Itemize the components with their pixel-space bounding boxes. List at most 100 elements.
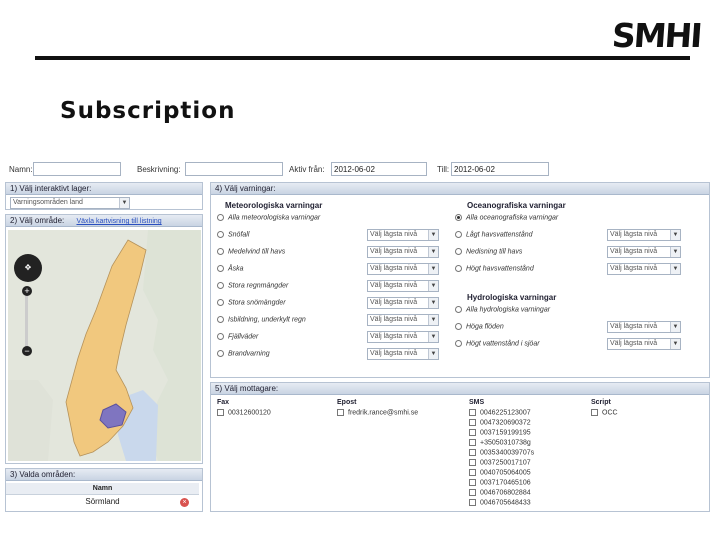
- checkbox-icon[interactable]: [469, 469, 476, 476]
- radio-icon[interactable]: [217, 299, 224, 306]
- checkbox-icon[interactable]: [469, 439, 476, 446]
- ocean-section-title: Oceanografiska varningar: [467, 201, 566, 210]
- zoom-slider-track[interactable]: [25, 292, 28, 350]
- zoom-in-icon[interactable]: +: [22, 286, 32, 296]
- sms-item[interactable]: 0046706802884: [469, 489, 531, 499]
- radio-icon[interactable]: [455, 248, 462, 255]
- layer-select[interactable]: Varningsområden land ▼: [10, 197, 130, 209]
- meteo-level-select[interactable]: Välj lägsta nivå ▼: [367, 263, 439, 275]
- radio-icon[interactable]: [217, 333, 224, 340]
- sms-item[interactable]: 0040705064005: [469, 469, 531, 479]
- active-from-input[interactable]: [331, 162, 427, 176]
- sms-item[interactable]: 0047320690372: [469, 419, 531, 429]
- checkbox-icon[interactable]: [469, 419, 476, 426]
- meteo-item[interactable]: Snöfall: [217, 231, 249, 243]
- sms-item[interactable]: +35050310738g: [469, 439, 531, 449]
- checkbox-icon[interactable]: [469, 479, 476, 486]
- name-input[interactable]: [33, 162, 121, 176]
- meteo-item-label: Stora regnmängder: [228, 282, 289, 290]
- meteo-level-select[interactable]: Välj lägsta nivå ▼: [367, 348, 439, 360]
- meteo-level-select[interactable]: Välj lägsta nivå ▼: [367, 314, 439, 326]
- radio-icon[interactable]: [217, 282, 224, 289]
- checkbox-icon[interactable]: [337, 409, 344, 416]
- checkbox-icon[interactable]: [469, 499, 476, 506]
- ocean-item[interactable]: Lågt havsvattenstånd: [455, 231, 533, 243]
- radio-icon[interactable]: [217, 316, 224, 323]
- chevron-down-icon: ▼: [428, 230, 438, 240]
- zoom-out-icon[interactable]: −: [22, 346, 32, 356]
- email-column-header: Epost: [337, 399, 357, 406]
- meteo-item[interactable]: Åska: [217, 265, 244, 277]
- sms-column-header: SMS: [469, 399, 485, 406]
- meteo-item[interactable]: Alla meteorologiska varningar: [217, 214, 320, 226]
- meteo-item-label: Fjällväder: [228, 333, 259, 341]
- ocean-level-select[interactable]: Välj lägsta nivå ▼: [607, 263, 681, 275]
- radio-icon[interactable]: [455, 323, 462, 330]
- radio-icon[interactable]: [217, 231, 224, 238]
- area-map[interactable]: ✥ + −: [8, 230, 201, 461]
- hydro-item[interactable]: Högt vattenstånd i sjöar: [455, 340, 540, 352]
- radio-icon[interactable]: [455, 214, 462, 221]
- toggle-list-view-link[interactable]: Växla kartvisning till listning: [76, 218, 161, 225]
- active-from-label: Aktiv från:: [289, 165, 325, 174]
- radio-icon[interactable]: [217, 350, 224, 357]
- checkbox-icon[interactable]: [591, 409, 598, 416]
- hydro-level-select[interactable]: Välj lägsta nivå ▼: [607, 338, 681, 350]
- meteo-level-select[interactable]: Välj lägsta nivå ▼: [367, 229, 439, 241]
- sms-item[interactable]: 0037170465106: [469, 479, 531, 489]
- meteo-item[interactable]: Medelvind till havs: [217, 248, 285, 260]
- radio-icon[interactable]: [217, 248, 224, 255]
- ocean-level-select[interactable]: Välj lägsta nivå ▼: [607, 246, 681, 258]
- level-select-value: Välj lägsta nivå: [370, 350, 418, 357]
- description-label: Beskrivning:: [137, 165, 181, 174]
- hydro-item[interactable]: Höga flöden: [455, 323, 504, 335]
- chevron-down-icon: ▼: [670, 322, 680, 332]
- level-select-value: Välj lägsta nivå: [610, 265, 658, 272]
- slide-title: Subscription: [60, 98, 236, 124]
- hydro-item[interactable]: Alla hydrologiska varningar: [455, 306, 550, 318]
- meteo-item-label: Snöfall: [228, 231, 250, 239]
- radio-icon[interactable]: [455, 265, 462, 272]
- remove-area-icon[interactable]: ×: [180, 498, 189, 507]
- pan-control-icon[interactable]: ✥: [14, 254, 42, 282]
- column-header-name: Namn: [6, 483, 199, 495]
- meteo-item[interactable]: Stora regnmängder: [217, 282, 288, 294]
- ocean-item[interactable]: Nedisning till havs: [455, 248, 522, 260]
- ocean-item[interactable]: Högt havsvattenstånd: [455, 265, 534, 277]
- checkbox-icon[interactable]: [469, 449, 476, 456]
- sms-item[interactable]: 0046225123007: [469, 409, 531, 419]
- level-select-value: Välj lägsta nivå: [370, 248, 418, 255]
- meteo-item[interactable]: Brandvarning: [217, 350, 270, 362]
- description-input[interactable]: [185, 162, 283, 176]
- meteo-level-select[interactable]: Välj lägsta nivå ▼: [367, 246, 439, 258]
- meteo-item[interactable]: Isbildning, underkylt regn: [217, 316, 306, 328]
- checkbox-icon[interactable]: [469, 429, 476, 436]
- radio-icon[interactable]: [217, 214, 224, 221]
- meteo-item[interactable]: Stora snömängder: [217, 299, 286, 311]
- checkbox-icon[interactable]: [217, 409, 224, 416]
- sms-item[interactable]: 0035340039707s: [469, 449, 534, 459]
- ocean-level-select[interactable]: Välj lägsta nivå ▼: [607, 229, 681, 241]
- sms-item[interactable]: 0046705648433: [469, 499, 531, 509]
- email-item[interactable]: fredrik.rance@smhi.se: [337, 409, 418, 419]
- fax-item[interactable]: 00312600120: [217, 409, 271, 419]
- selected-areas-title: 3) Valda områden:: [6, 469, 202, 481]
- to-input[interactable]: [451, 162, 549, 176]
- meteo-level-select[interactable]: Välj lägsta nivå ▼: [367, 331, 439, 343]
- meteo-item[interactable]: Fjällväder: [217, 333, 258, 345]
- script-item[interactable]: OCC: [591, 409, 618, 419]
- radio-icon[interactable]: [217, 265, 224, 272]
- meteo-level-select[interactable]: Välj lägsta nivå ▼: [367, 280, 439, 292]
- radio-icon[interactable]: [455, 231, 462, 238]
- radio-icon[interactable]: [455, 306, 462, 313]
- checkbox-icon[interactable]: [469, 489, 476, 496]
- sms-item[interactable]: 0037159199195: [469, 429, 531, 439]
- sms-item[interactable]: 0037250017107: [469, 459, 531, 469]
- ocean-item[interactable]: Alla oceanografiska varningar: [455, 214, 558, 226]
- meteo-level-select[interactable]: Välj lägsta nivå ▼: [367, 297, 439, 309]
- hydro-level-select[interactable]: Välj lägsta nivå ▼: [607, 321, 681, 333]
- checkbox-icon[interactable]: [469, 409, 476, 416]
- selected-areas-table: Namn Sörmland ×: [6, 483, 199, 509]
- checkbox-icon[interactable]: [469, 459, 476, 466]
- radio-icon[interactable]: [455, 340, 462, 347]
